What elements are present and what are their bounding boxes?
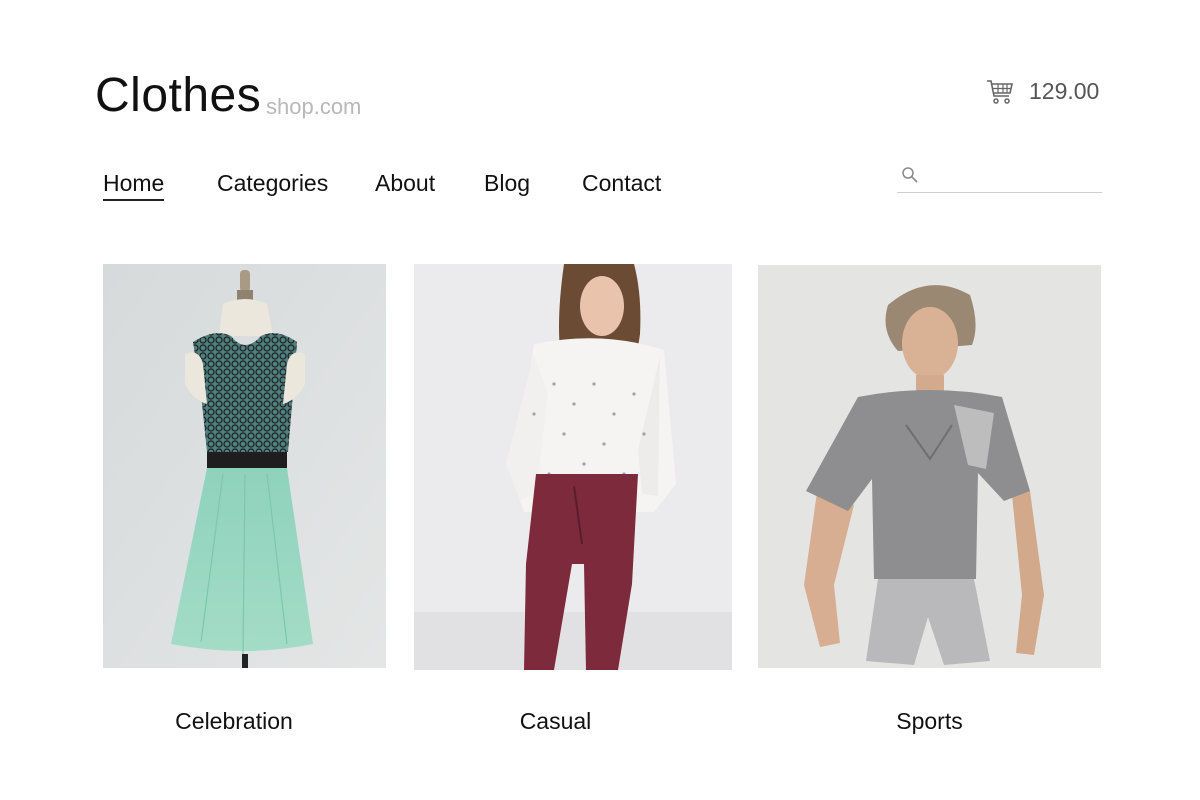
search-icon[interactable]: [901, 166, 919, 184]
nav-item-blog[interactable]: Blog: [484, 170, 530, 197]
cart-summary[interactable]: 129.00: [985, 76, 1099, 106]
category-label-casual[interactable]: Casual: [414, 708, 697, 735]
nav-item-home[interactable]: Home: [103, 170, 165, 201]
search-box: [897, 160, 1102, 193]
category-image-sports[interactable]: [758, 265, 1101, 668]
cart-total: 129.00: [1029, 77, 1100, 104]
category-image-casual[interactable]: [414, 264, 732, 670]
site-brand-suffix: shop.com: [266, 94, 362, 119]
category-label-celebration[interactable]: Celebration: [103, 708, 365, 735]
nav-item-categories[interactable]: Categories: [217, 170, 328, 197]
site-brand[interactable]: Clothes: [95, 68, 261, 123]
search-input[interactable]: [927, 162, 1101, 190]
shopping-cart-icon[interactable]: [985, 76, 1015, 106]
nav-item-about[interactable]: About: [375, 170, 435, 197]
category-label-sports[interactable]: Sports: [758, 708, 1101, 735]
nav-item-contact[interactable]: Contact: [582, 170, 661, 197]
category-image-celebration[interactable]: [103, 264, 386, 668]
